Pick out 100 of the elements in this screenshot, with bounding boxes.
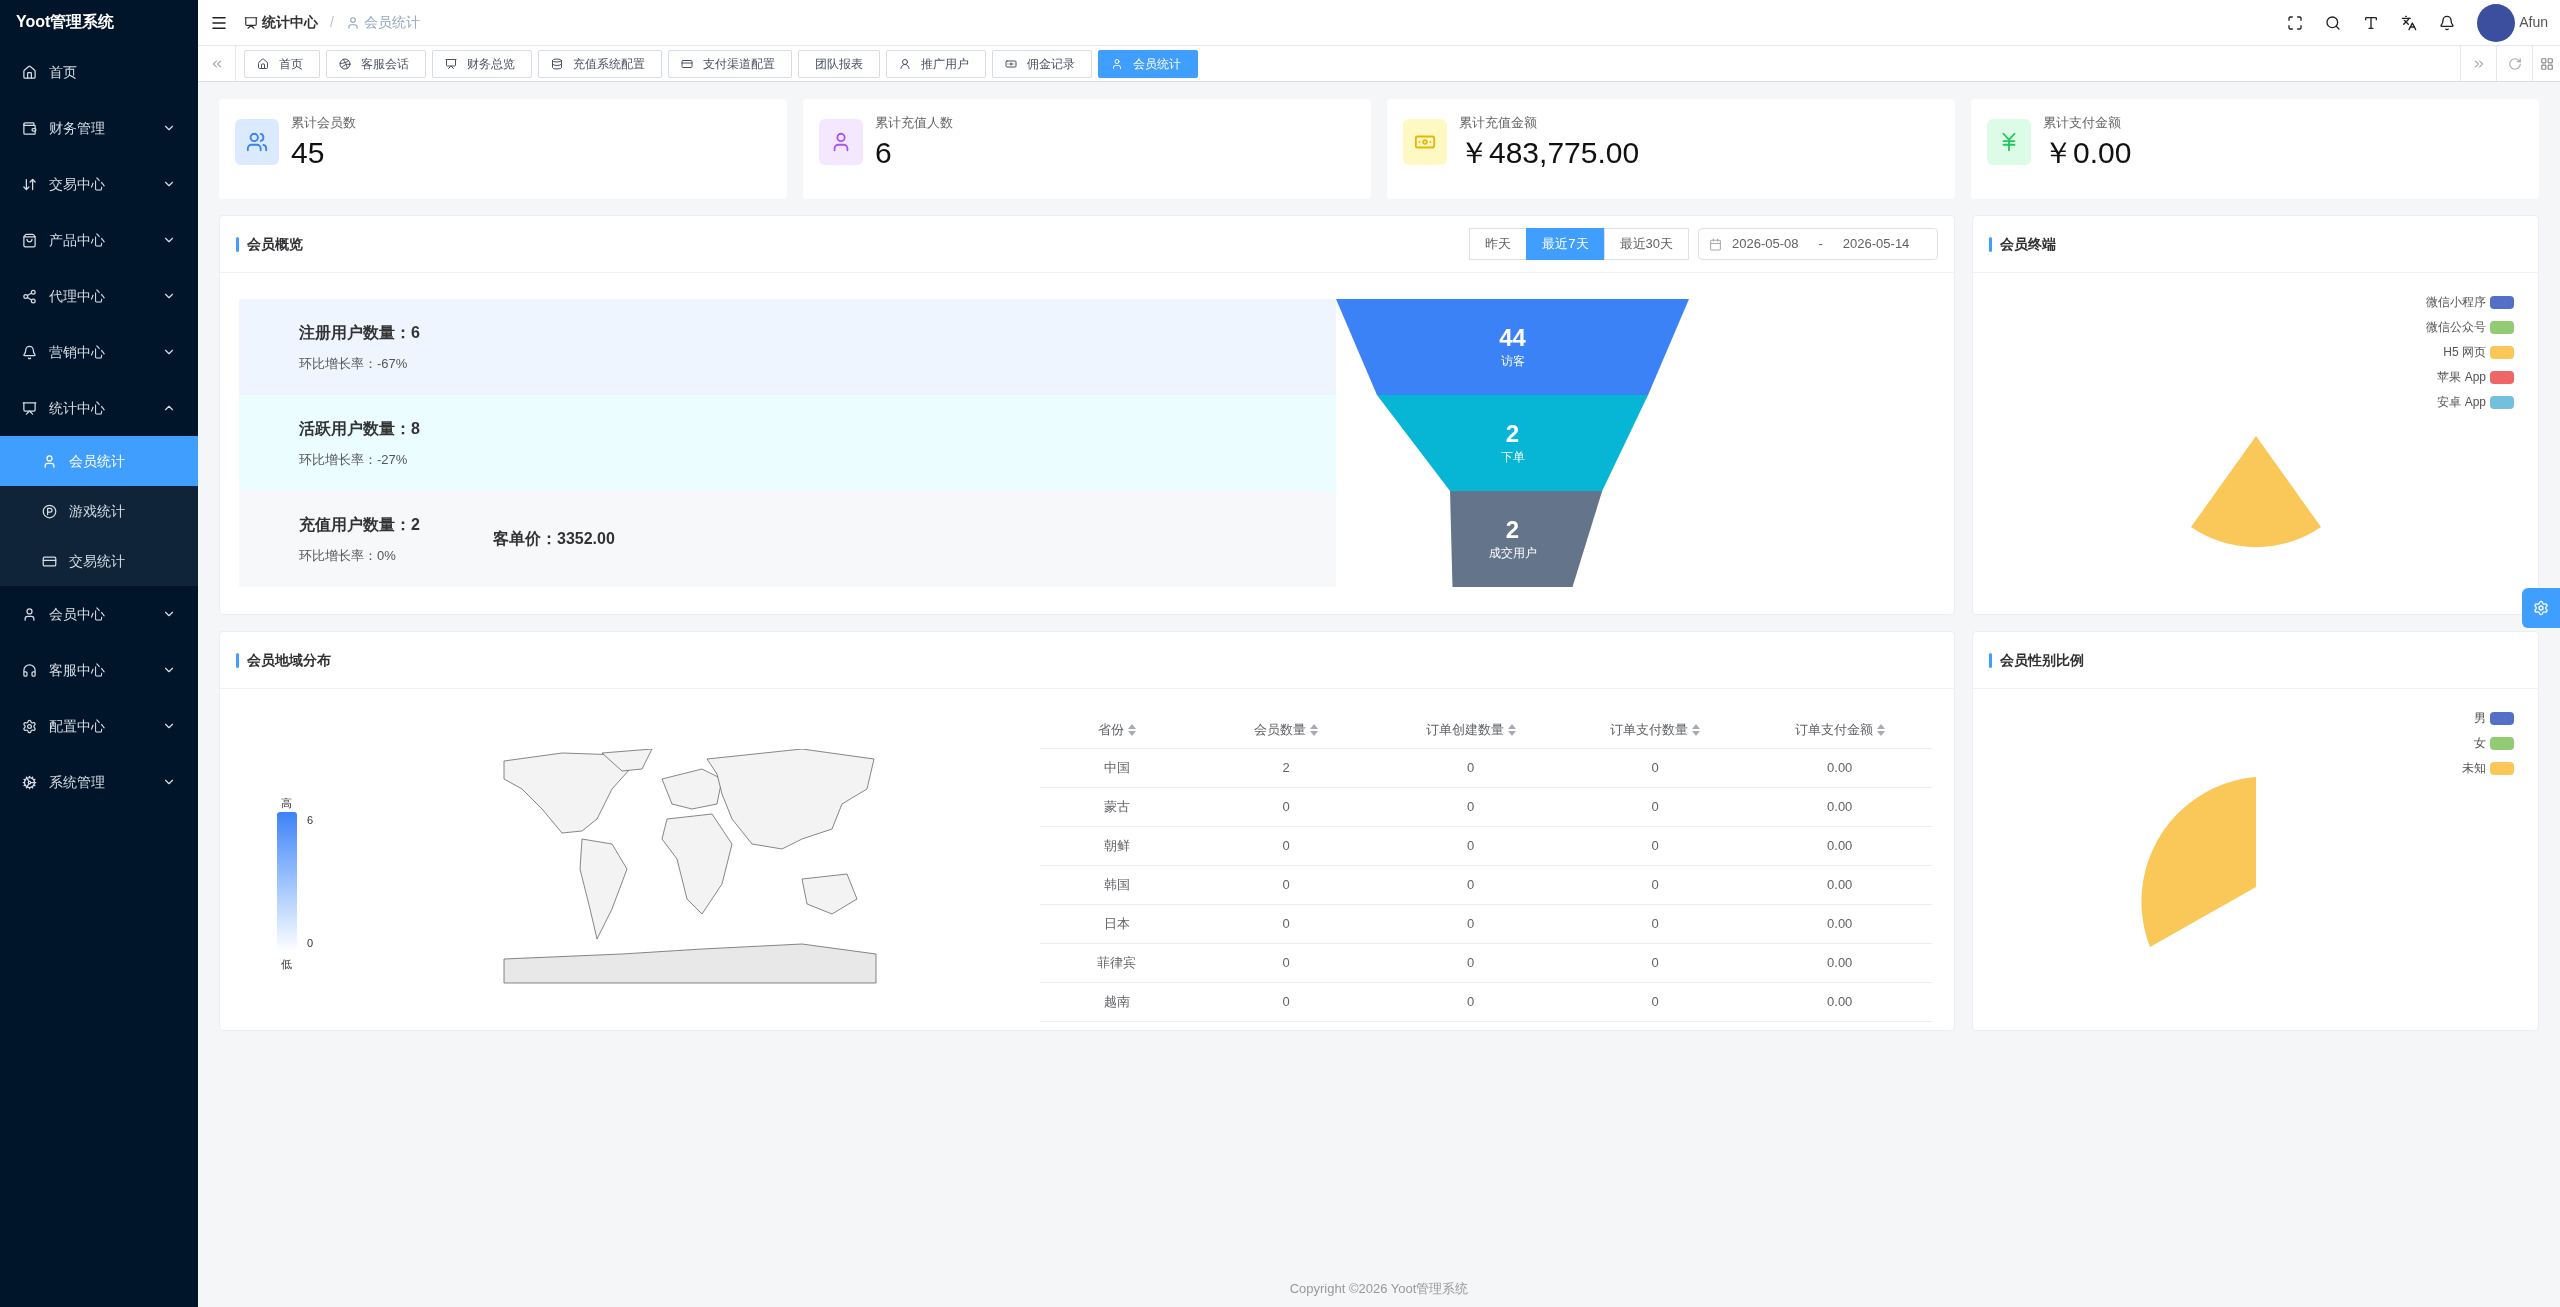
sidebar-item[interactable]: 统计中心 [0, 380, 198, 436]
table-cell: 2 [1193, 749, 1379, 788]
table-cell: 0 [1193, 944, 1379, 983]
sidebar-item[interactable]: 客服中心 [0, 642, 198, 698]
user-name[interactable]: Afun [2519, 12, 2548, 33]
sidebar-item[interactable]: 财务管理 [0, 100, 198, 156]
range-button[interactable]: 最近30天 [1603, 228, 1689, 260]
stat-value: ￥0.00 [2043, 134, 2132, 171]
funnel-segment: 44 访客 [1336, 299, 1689, 395]
table-cell: 0 [1378, 944, 1563, 983]
funnel-metric: 注册用户数量：6 [299, 322, 421, 343]
translate-icon[interactable] [2401, 14, 2418, 31]
table-cell: 0 [1193, 905, 1379, 944]
growth-rate: 环比增长率：-67% [299, 354, 409, 373]
text-size-icon[interactable] [2363, 14, 2380, 31]
sidebar-item[interactable]: 会员中心 [0, 586, 198, 642]
sidebar-item[interactable]: 首页 [0, 44, 198, 100]
card-title: 会员概览 [247, 234, 303, 254]
sort-icon[interactable] [1127, 723, 1136, 736]
column-header[interactable]: 省份 [1040, 711, 1194, 749]
breadcrumb-item[interactable]: 统计中心 [244, 12, 318, 33]
date-range-field[interactable]: 2026-05-08 - 2026-05-14 [1698, 228, 1938, 260]
tab[interactable]: 充值系统配置 [538, 49, 662, 78]
column-header[interactable]: 会员数量 [1193, 711, 1379, 749]
funnel-metric: 活跃用户数量：8 [299, 418, 421, 439]
settings-icon [22, 718, 37, 734]
legend-swatch[interactable] [2490, 761, 2514, 775]
card-icon [681, 57, 693, 70]
bell-icon[interactable] [2439, 14, 2456, 31]
avatar[interactable] [2477, 3, 2516, 42]
growth-rate: 环比增长率：-27% [299, 450, 409, 469]
sort-icon[interactable] [1310, 723, 1319, 736]
table-cell: 0 [1193, 866, 1379, 905]
world-map-drawing[interactable] [502, 748, 878, 985]
sidebar-item[interactable]: 交易中心 [0, 156, 198, 212]
tab[interactable]: 首页 [244, 49, 320, 78]
color-scale-bar[interactable] [276, 811, 297, 952]
legend-label: 男 [2474, 710, 2486, 727]
sidebar-item[interactable]: 系统管理 [0, 754, 198, 810]
stat-value: ￥483,775.00 [1459, 134, 1640, 171]
legend-label: 未知 [2462, 760, 2486, 777]
table-cell: 0 [1378, 983, 1563, 1022]
stat-label: 累计充值人数 [875, 114, 953, 132]
legend-swatch[interactable] [2490, 345, 2514, 359]
column-header[interactable]: 订单创建数量 [1378, 711, 1563, 749]
table-cell: 韩国 [1040, 866, 1194, 905]
range-button[interactable]: 昨天 [1469, 228, 1528, 260]
sidebar-item[interactable]: 营销中心 [0, 324, 198, 380]
sort-icon[interactable] [1876, 723, 1885, 736]
ball-icon [339, 57, 351, 70]
card-title: 会员终端 [2000, 234, 2056, 254]
sidebar-item[interactable]: 产品中心 [0, 212, 198, 268]
legend-swatch[interactable] [2490, 395, 2514, 409]
tab[interactable]: 支付渠道配置 [668, 49, 792, 78]
legend-swatch[interactable] [2490, 736, 2514, 750]
table-cell: 0 [1193, 827, 1379, 866]
grid-icon[interactable] [2539, 56, 2554, 71]
title-accent [236, 236, 239, 252]
user-icon [42, 453, 57, 469]
visual-map-high-label: 高 [280, 796, 292, 811]
unit-price: 客单价：3352.00 [493, 529, 615, 549]
column-header[interactable]: 订单支付数量 [1562, 711, 1748, 749]
fullscreen-icon[interactable] [2287, 14, 2304, 31]
sidebar-item[interactable]: 配置中心 [0, 698, 198, 754]
title-accent [1989, 236, 1992, 252]
table-cell: 0 [1378, 749, 1563, 788]
legend-swatch[interactable] [2490, 711, 2514, 725]
users-icon [246, 131, 268, 153]
home-icon [22, 64, 37, 80]
card-title: 会员性别比例 [2000, 650, 2084, 670]
table-cell: 0.00 [1747, 827, 1932, 866]
column-header[interactable]: 订单支付金额 [1747, 711, 1932, 749]
legend-swatch[interactable] [2490, 320, 2514, 334]
search-icon[interactable] [2325, 14, 2342, 31]
tab[interactable]: 佣金记录 [992, 49, 1092, 78]
title-accent [236, 652, 239, 668]
sort-icon[interactable] [1692, 723, 1701, 736]
legend-swatch[interactable] [2490, 370, 2514, 384]
sort-icon[interactable] [1507, 723, 1516, 736]
tab[interactable]: 财务总览 [432, 49, 532, 78]
table-cell: 0 [1562, 944, 1748, 983]
arrows-icon [22, 176, 37, 192]
table-cell: 0 [1378, 788, 1563, 827]
refresh-icon[interactable] [2507, 56, 2522, 71]
tab[interactable]: 客服会话 [326, 49, 426, 78]
sidebar-subitem[interactable]: 交易统计 [0, 536, 198, 586]
stat-value: 45 [291, 134, 326, 171]
user-icon [22, 606, 37, 622]
sidebar-item[interactable]: 代理中心 [0, 268, 198, 324]
tab[interactable]: 推广用户 [886, 49, 986, 78]
user-icon [1111, 57, 1123, 70]
sidebar-subitem[interactable]: 游戏统计 [0, 486, 198, 536]
table-cell: 0 [1193, 788, 1379, 827]
tab[interactable]: 团队报表 [798, 49, 880, 78]
table-cell: 0 [1378, 866, 1563, 905]
settings-button[interactable] [2522, 588, 2560, 628]
banknote-icon [1005, 57, 1017, 70]
legend-swatch[interactable] [2490, 295, 2514, 309]
legend-label: 微信公众号 [2426, 319, 2486, 336]
table-cell: 0 [1562, 983, 1748, 1022]
